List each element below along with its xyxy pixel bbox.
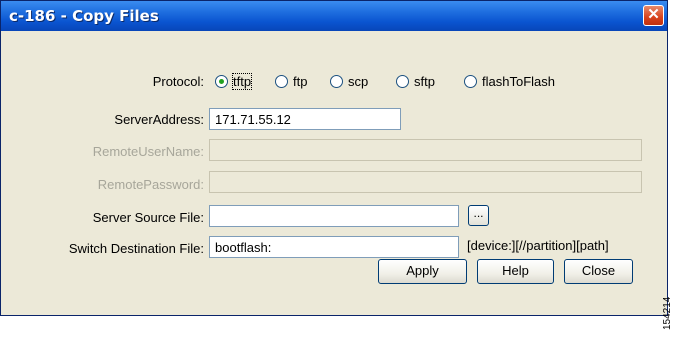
radio-ftp-indicator[interactable] bbox=[275, 75, 288, 88]
radio-scp-label: scp bbox=[348, 74, 369, 89]
radio-sftp-label: sftp bbox=[414, 74, 435, 89]
server-source-file-input[interactable] bbox=[209, 205, 459, 227]
radio-tftp-indicator[interactable] bbox=[215, 75, 228, 88]
switch-destination-file-label: Switch Destination File: bbox=[68, 241, 204, 256]
radio-sftp[interactable]: sftp bbox=[396, 73, 448, 93]
remote-password-label: RemotePassword: bbox=[97, 177, 204, 192]
close-window-button[interactable]: ✕ bbox=[643, 5, 664, 26]
server-source-file-label: Server Source File: bbox=[92, 210, 204, 225]
apply-button[interactable]: Apply bbox=[378, 259, 467, 284]
radio-tftp-label: tftp bbox=[231, 73, 253, 90]
radio-tftp[interactable]: tftp bbox=[215, 73, 265, 93]
figure-number: 154214 bbox=[662, 296, 673, 330]
radio-ftp[interactable]: ftp bbox=[275, 73, 321, 93]
server-address-input[interactable]: 171.71.55.12 bbox=[209, 108, 401, 130]
radio-flashtoflash-label: flashToFlash bbox=[482, 74, 555, 89]
radio-sftp-indicator[interactable] bbox=[396, 75, 409, 88]
browse-button[interactable]: ... bbox=[468, 205, 489, 226]
radio-scp-indicator[interactable] bbox=[330, 75, 343, 88]
radio-ftp-label: ftp bbox=[293, 74, 308, 89]
radio-flashtoflash-indicator[interactable] bbox=[464, 75, 477, 88]
radio-scp[interactable]: scp bbox=[330, 73, 380, 93]
help-button[interactable]: Help bbox=[477, 259, 554, 284]
remote-user-name-label: RemoteUserName: bbox=[92, 144, 204, 159]
server-address-label: ServerAddress: bbox=[114, 112, 204, 127]
remote-user-name-input[interactable] bbox=[209, 139, 642, 161]
dialog-title: c-186 - Copy Files bbox=[9, 7, 159, 25]
destination-format-hint: [device:][//partition][path] bbox=[467, 238, 609, 253]
copy-files-dialog: c-186 - Copy Files ✕ Protocol: tftp ftp … bbox=[0, 0, 668, 316]
close-button[interactable]: Close bbox=[564, 259, 633, 284]
title-bar[interactable]: c-186 - Copy Files ✕ bbox=[1, 1, 667, 31]
remote-password-input[interactable] bbox=[209, 171, 642, 193]
close-icon: ✕ bbox=[647, 6, 660, 23]
radio-flashtoflash[interactable]: flashToFlash bbox=[464, 73, 594, 93]
switch-destination-file-input[interactable]: bootflash: bbox=[209, 236, 459, 258]
protocol-label: Protocol: bbox=[152, 74, 204, 89]
